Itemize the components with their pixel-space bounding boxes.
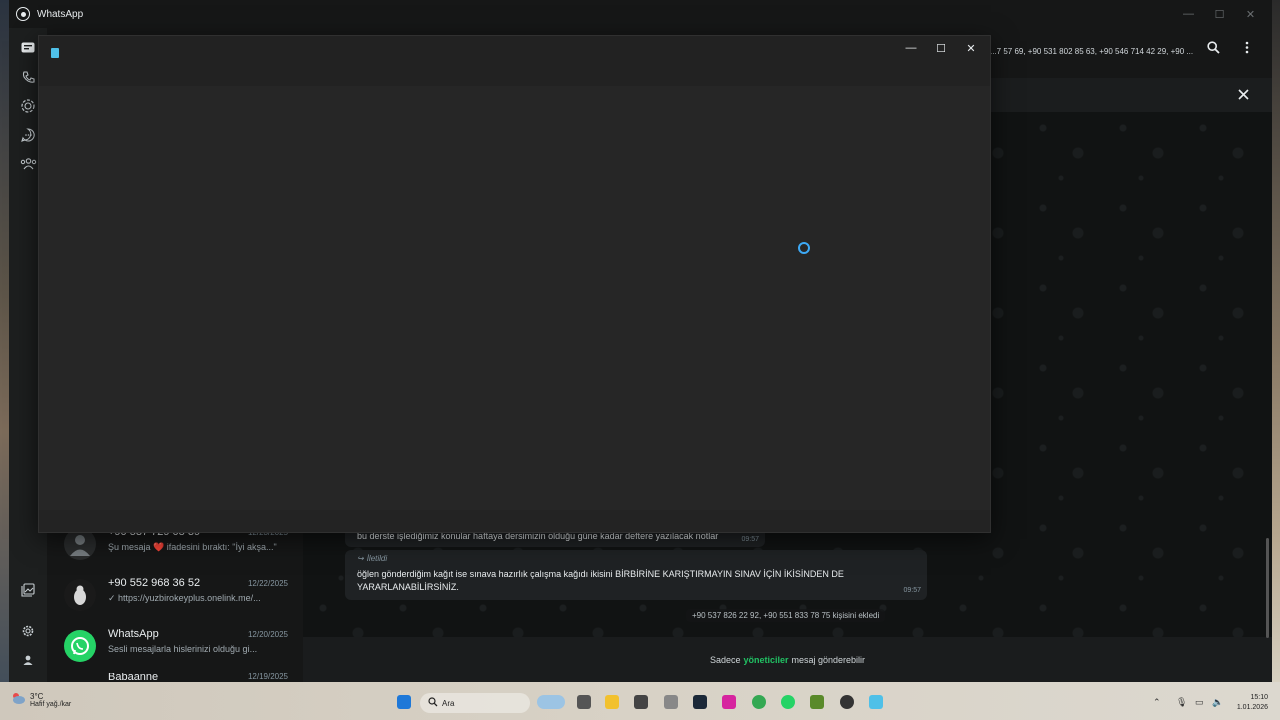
- loading-dialog: — ☐ ✕: [38, 35, 991, 533]
- chat-name: WhatsApp: [108, 628, 159, 640]
- close-icon[interactable]: [1238, 89, 1249, 103]
- speaker-icon[interactable]: 🔈: [1212, 697, 1223, 708]
- weather-condition: Hafif yağ./kar: [30, 700, 72, 708]
- admin-only-footer: Sadece yöneticiler mesaj gönderebilir: [303, 637, 1272, 682]
- clock-time: 15:10: [1250, 694, 1268, 701]
- notepad-icon: [51, 48, 59, 58]
- list-item[interactable]: +90 552 968 36 52 12/22/2025 ✓ https://y…: [47, 571, 302, 621]
- system-notice: +90 537 826 22 92, +90 551 833 78 75 kiş…: [686, 609, 886, 622]
- dialog-maximize-button[interactable]: ☐: [926, 39, 956, 57]
- profile-icon[interactable]: [19, 651, 37, 669]
- chat-name: Babaanne: [108, 673, 159, 682]
- minimize-button[interactable]: —: [1173, 4, 1204, 24]
- chat-preview: Şu mesaja ❤️ ifadesini bıraktı: "İyi akş…: [108, 542, 277, 552]
- task-view-icon[interactable]: [577, 695, 591, 709]
- dialog-minimize-button[interactable]: —: [896, 39, 926, 57]
- chrome-icon[interactable]: [752, 695, 766, 709]
- chats-icon[interactable]: [19, 39, 37, 57]
- search-icon[interactable]: [1207, 41, 1220, 57]
- calls-icon[interactable]: [19, 68, 37, 86]
- chat-preview: Sesli mesajlarla hislerinizi olduğu gi..…: [108, 644, 258, 654]
- dialog-controls: — ☐ ✕: [896, 39, 986, 57]
- message-bubble: ↪ İletildi öğlen gönderdiğim kağıt ise s…: [345, 550, 927, 600]
- taskbar-search[interactable]: Ara: [420, 693, 530, 713]
- instagram-icon[interactable]: [722, 695, 736, 709]
- list-item[interactable]: Babaanne 12/19/2025: [47, 673, 302, 682]
- message-time: 09:57: [903, 587, 921, 594]
- minecraft-icon[interactable]: [810, 695, 824, 709]
- avatar: [64, 579, 96, 611]
- forward-icon: ↪: [357, 554, 364, 563]
- system-clock[interactable]: 15:10 1.01.2026: [1237, 693, 1268, 713]
- message-text: öğlen gönderdiğim kağıt ise sınava hazır…: [357, 569, 844, 592]
- chat-date: 12/20/2025: [247, 630, 288, 639]
- chat-name: +90 552 968 36 52: [108, 577, 201, 589]
- whatsapp-avatar-icon: [64, 630, 96, 662]
- whatsapp-taskbar-icon[interactable]: [781, 695, 795, 709]
- window-title: WhatsApp: [37, 8, 84, 20]
- maximize-button[interactable]: ☐: [1204, 4, 1235, 24]
- dialog-close-button[interactable]: ✕: [956, 39, 986, 57]
- participants-list: ...7 57 69, +90 531 802 85 63, +90 546 7…: [990, 47, 1194, 56]
- taskbar-search-label: Ara: [442, 698, 455, 708]
- network-icon[interactable]: ▭: [1195, 697, 1204, 708]
- weather-icon: [10, 691, 26, 708]
- status-icon[interactable]: [19, 97, 37, 115]
- footer-text-after: mesaj gönderebilir: [791, 654, 866, 665]
- whatsapp-logo-icon: [16, 7, 30, 21]
- file-explorer-icon[interactable]: [605, 695, 619, 709]
- chat-preview: ✓ https://yuzbirokeyplus.onelink.me/...: [108, 593, 261, 603]
- tray-chevron-icon[interactable]: ⌃: [1153, 697, 1161, 708]
- mail-icon[interactable]: [664, 695, 678, 709]
- media-icon[interactable]: [19, 581, 37, 599]
- loading-spinner-icon: [798, 242, 810, 254]
- clock-date: 1.01.2026: [1236, 704, 1268, 711]
- dialog-footer: [39, 510, 990, 532]
- steam-icon[interactable]: [693, 695, 707, 709]
- menu-icon[interactable]: [1245, 41, 1249, 57]
- app-icon[interactable]: [840, 695, 854, 709]
- footer-text-before: Sadece: [709, 654, 741, 665]
- channels-icon[interactable]: [19, 126, 37, 144]
- widget-landscape-icon[interactable]: [537, 695, 565, 709]
- start-windows-icon[interactable]: [397, 695, 411, 709]
- communities-icon[interactable]: [19, 155, 37, 173]
- window-controls: — ☐ ✕: [1173, 4, 1266, 24]
- scrollbar[interactable]: [1266, 538, 1269, 638]
- forwarded-label: ↪ İletildi: [357, 554, 388, 563]
- store-icon[interactable]: [634, 695, 648, 709]
- close-button[interactable]: ✕: [1235, 4, 1266, 24]
- dialog-titlebar: — ☐ ✕: [39, 36, 990, 86]
- desktop-wallpaper-right: [1272, 0, 1280, 720]
- search-icon: [428, 697, 438, 709]
- settings-icon[interactable]: [19, 622, 37, 640]
- titlebar: WhatsApp — ☐ ✕: [9, 0, 1272, 28]
- footer-admins-link[interactable]: yöneticiler: [743, 655, 788, 665]
- taskbar: 3°C Hafif yağ./kar Ara ⌃ 🎙 ▭ 🔈 15:10 1.0…: [0, 682, 1280, 720]
- chat-date: 12/22/2025: [247, 579, 288, 588]
- microphone-icon[interactable]: 🎙: [1176, 697, 1187, 708]
- weather-widget[interactable]: 3°C Hafif yağ./kar: [10, 691, 71, 708]
- notepad-taskbar-icon[interactable]: [869, 695, 883, 709]
- list-item[interactable]: WhatsApp 12/20/2025 Sesli mesajlarla his…: [47, 622, 302, 672]
- desktop-wallpaper-left: [0, 0, 9, 720]
- chat-date: 12/19/2025: [247, 673, 288, 681]
- weather-temp: 3°C: [30, 691, 44, 701]
- message-time: 09:57: [741, 536, 759, 543]
